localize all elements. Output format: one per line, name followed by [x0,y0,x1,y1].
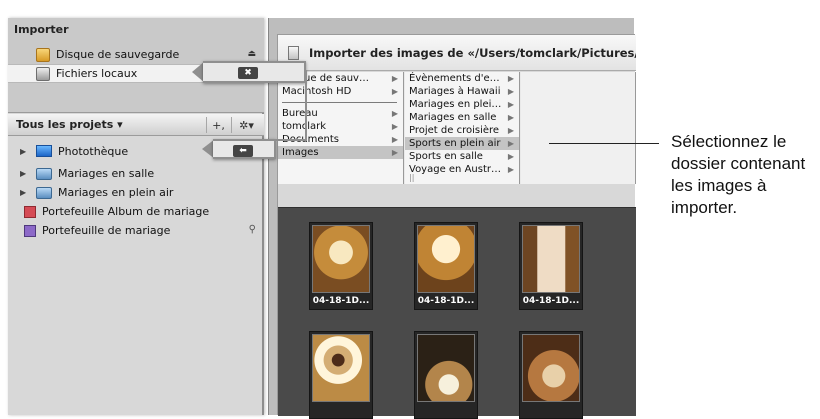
source-column: Disque de sauv…▶ Macintosh HD▶ Bureau▶ t… [278,72,404,184]
column-resize-handle[interactable]: || [409,173,414,182]
photo-thumbnail[interactable] [519,331,583,419]
column-item[interactable]: Évènements d'e… ▶ [405,72,519,85]
column-item[interactable]: Voyage en Austr… ▶ [405,163,519,176]
projects-popup[interactable]: Tous les projets ▾ [16,118,123,131]
thumbnail-gallery: 04-18-1D... 04-18-1D... 04-18-1D... [278,207,636,419]
chevron-right-icon: ▶ [507,139,514,148]
projects-header: Tous les projets ▾ +, ✲▾ [8,114,264,136]
chevron-right-icon: ▶ [507,152,514,161]
external-drive-icon [36,47,50,62]
chevron-right-icon: ▶ [507,87,514,96]
column-item[interactable]: Sports en salle ▶ [405,150,519,163]
column-item[interactable]: Bureau ▶ [278,107,403,120]
folder-icon [36,186,52,199]
tree-item-indoor-weddings[interactable]: ▶ Mariages en salle [8,164,264,183]
chevron-right-icon: ▶ [391,87,398,96]
folder-icon [36,167,52,180]
album-icon [24,205,36,218]
tree-item-label: Photothèque [58,144,129,158]
chevron-right-icon: ▶ [507,74,514,83]
thumbnail-filename: 04-18-1D... [522,296,580,306]
delete-key-badge: ✖ [238,67,258,79]
document-icon [288,45,299,60]
tree-item-label: Mariages en plein air [58,186,174,199]
tree-item-label: Portefeuille Album de mariage [42,205,210,218]
column-item[interactable]: Mariages en salle ▶ [405,111,519,124]
column-resize-handle[interactable]: || [518,173,519,182]
import-browser-header: Importer des images de «/Users/tomclark/… [278,35,636,71]
chevron-right-icon: ▶ [391,122,398,131]
column-item-selected[interactable]: Images ▶ [278,146,403,159]
column-item[interactable]: Mariages en plei… ▶ [405,98,519,111]
overlay-connector [276,139,307,141]
import-path-title: Importer des images de «/Users/tomclark/… [308,45,636,60]
chevron-right-icon: ▶ [507,113,514,122]
eject-icon[interactable]: ⏏ [247,49,256,59]
chevron-right-icon: ▶ [507,100,514,109]
chevron-right-icon: ▶ [391,135,398,144]
source-label: Fichiers locaux [56,67,138,80]
disclosure-triangle-icon[interactable]: ▶ [20,188,30,197]
chevron-right-icon: ▶ [391,109,398,118]
tree-item-label: Mariages en salle [58,167,155,180]
tree-item-album-portfolio[interactable]: Portefeuille Album de mariage [8,202,264,221]
column-item[interactable]: Mariages à Hawaii ▶ [405,85,519,98]
photo-thumbnail[interactable]: 04-18-1D... [414,222,478,310]
folder-column: Évènements d'e… ▶ Mariages à Hawaii ▶ Mari… [405,72,520,184]
column-browser: Disque de sauv…▶ Macintosh HD▶ Bureau▶ t… [278,72,636,184]
tree-item-label: Portefeuille de mariage [42,224,171,237]
thumbnail-filename: 04-18-1D... [312,296,370,306]
portrait-dog-image [522,334,580,402]
column-item[interactable]: Macintosh HD ▶ [278,85,403,98]
wedding-dress-image [312,225,370,293]
column-item-selected[interactable]: Sports en plein air ▶ [405,137,519,150]
local-files-icon [36,66,50,81]
column-item[interactable]: Projet de croisière ▶ [405,124,519,137]
chevron-right-icon: ▶ [391,148,398,157]
callout-text: Sélectionnez le dossier contenant les im… [671,132,806,217]
callout-leader-line [549,143,659,144]
dog-image [417,334,475,402]
add-project-button[interactable]: +, [206,117,230,133]
import-section-title: Importer [14,23,69,36]
overlay-connector [305,71,307,139]
photo-thumbnail[interactable] [309,331,373,419]
column-divider [282,102,397,103]
wedding-dress-image [522,225,580,293]
chevron-right-icon: ▶ [507,126,514,135]
disclosure-triangle-icon[interactable]: ▶ [20,147,30,156]
action-menu-button[interactable]: ✲▾ [231,117,261,133]
source-label: Disque de sauvegarde [56,48,180,61]
photo-thumbnail[interactable] [414,331,478,419]
photo-thumbnail[interactable]: 04-18-1D... [519,222,583,310]
library-icon [36,145,52,157]
import-browser-window: Importer des images de «/Users/tomclark/… [268,18,636,419]
disclosure-triangle-icon[interactable]: ▶ [20,169,30,178]
import-browser-panel: Importer des images de «/Users/tomclark/… [277,34,636,419]
empty-column [521,72,636,184]
column-item[interactable]: tomclark▶ [278,120,403,133]
tree-item-outdoor-weddings[interactable]: ▶ Mariages en plein air [8,183,264,202]
chevron-right-icon: ▶ [507,165,514,174]
search-icon[interactable]: ⚲ [249,224,256,235]
chevron-right-icon: ▶ [391,74,398,83]
back-key-badge: ⬅ [233,145,253,157]
photo-thumbnail[interactable]: 04-18-1D... [309,222,373,310]
thumbnail-filename: 04-18-1D... [417,296,475,306]
portfolio-icon [24,224,36,237]
wedding-dress-image [417,225,475,293]
portrait-image [312,334,370,402]
tree-item-wedding-portfolio[interactable]: Portefeuille de mariage ⚲ [8,221,264,240]
